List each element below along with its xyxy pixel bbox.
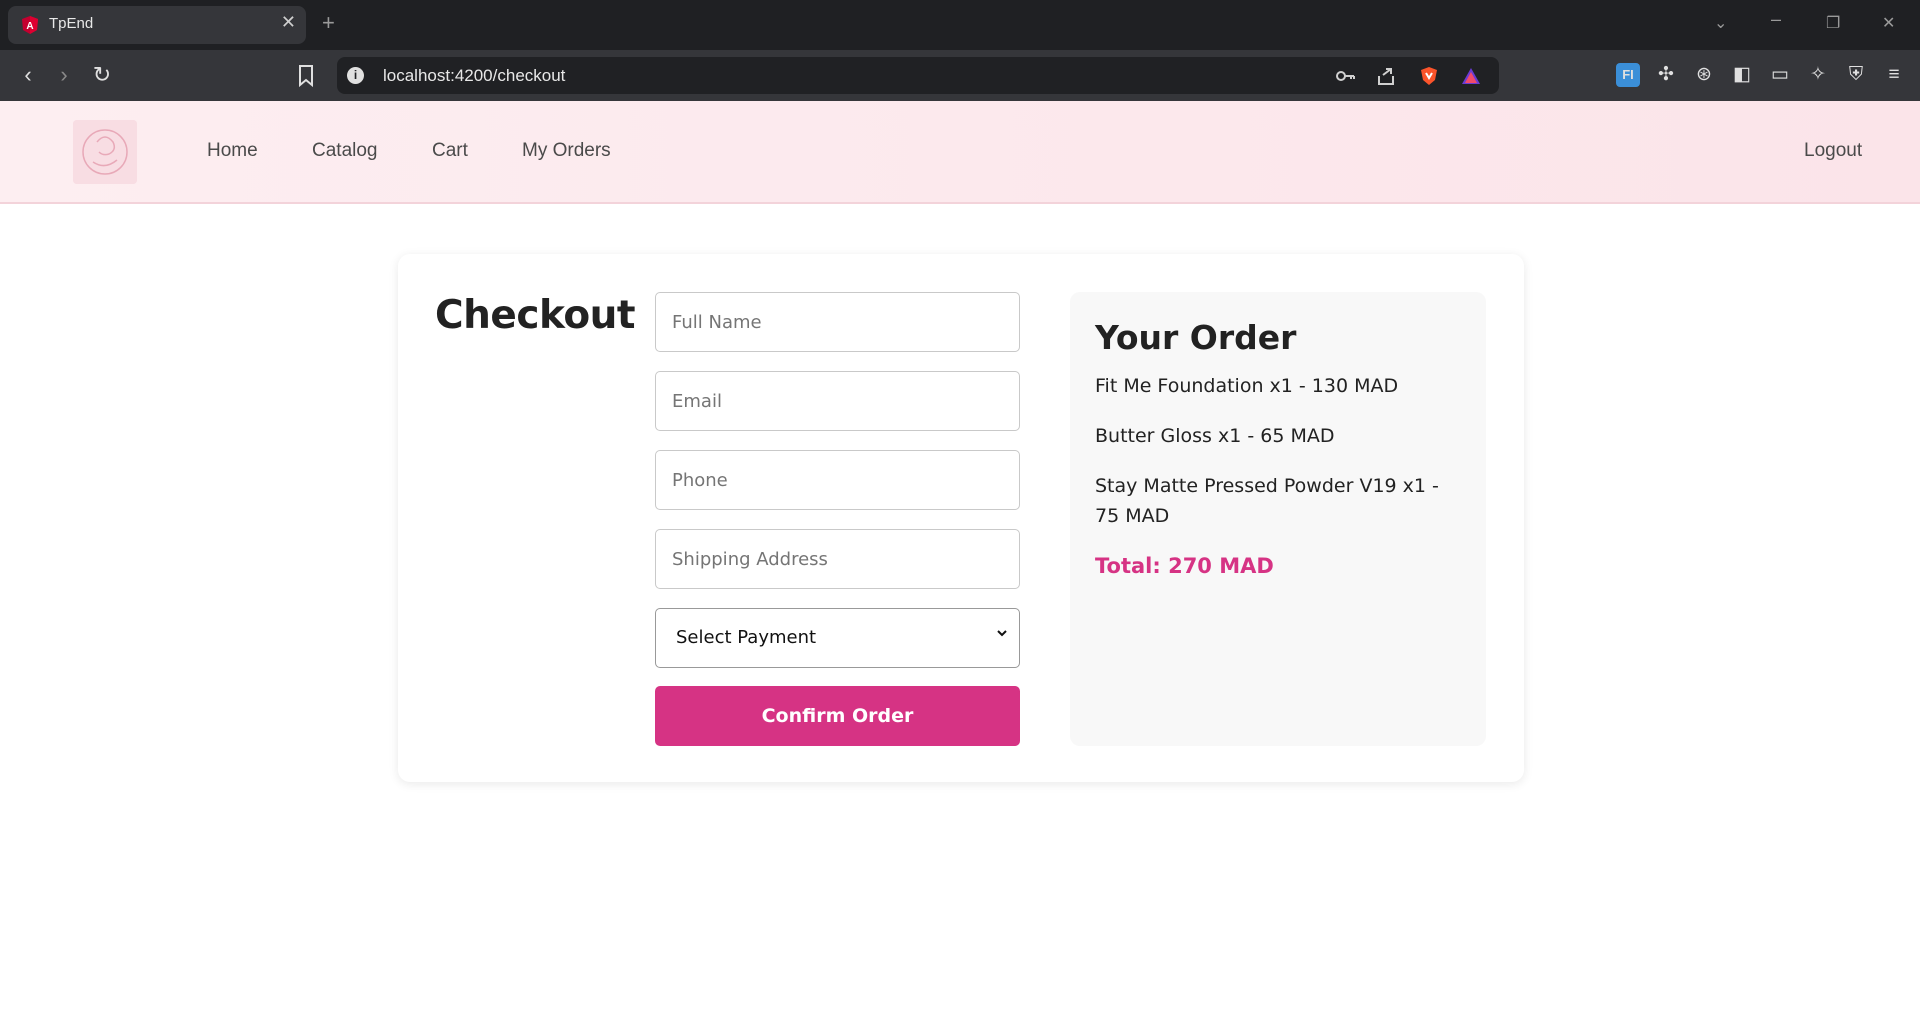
angular-icon: A: [22, 16, 38, 34]
confirm-order-button[interactable]: Confirm Order: [655, 686, 1020, 746]
nav-cart-link[interactable]: Cart: [432, 140, 468, 162]
brand-logo[interactable]: [73, 120, 137, 184]
order-item: Fit Me Foundation x1 - 130 MAD: [1095, 375, 1399, 397]
menu-icon[interactable]: ≡: [1882, 63, 1906, 87]
site-info-icon[interactable]: i: [347, 67, 364, 84]
browser-tab-bar: A TpEnd ✕ + ⌄ – ❐ ✕: [0, 0, 1920, 50]
vpn-shield-icon[interactable]: ⛨: [1844, 63, 1868, 87]
checkout-card: Checkout Select Payment Confirm Order Yo…: [398, 254, 1524, 782]
leo-ai-icon[interactable]: ⊛: [1692, 63, 1716, 87]
shipping-address-field[interactable]: [655, 529, 1020, 589]
key-icon[interactable]: [1334, 66, 1356, 86]
extensions-icon[interactable]: ✣: [1654, 63, 1678, 87]
minimize-icon[interactable]: –: [1771, 9, 1781, 30]
forward-icon[interactable]: ›: [50, 62, 78, 90]
tab-title: TpEnd: [49, 15, 94, 32]
svg-text:A: A: [26, 21, 33, 32]
share-icon[interactable]: [1375, 66, 1397, 86]
payment-select-value: Select Payment: [676, 627, 817, 648]
app-header: Home Catalog Cart My Orders Logout: [0, 101, 1920, 204]
payment-select[interactable]: Select Payment: [655, 608, 1020, 668]
phone-field[interactable]: [655, 450, 1020, 510]
back-icon[interactable]: ‹: [14, 62, 42, 90]
nav-catalog-link[interactable]: Catalog: [312, 140, 378, 162]
tab-search-icon[interactable]: ⌄: [1714, 13, 1727, 33]
browser-toolbar: ‹ › ↻ i localhost:4200/checkout FI ✣ ⊛ ◧…: [0, 50, 1920, 101]
new-tab-icon[interactable]: +: [322, 10, 335, 36]
sidebar-icon[interactable]: ◧: [1730, 63, 1754, 87]
order-summary-title: Your Order: [1095, 318, 1297, 357]
full-name-field[interactable]: [655, 292, 1020, 352]
email-field[interactable]: [655, 371, 1020, 431]
brave-rewards-icon[interactable]: [1460, 66, 1482, 86]
order-item: Stay Matte Pressed Powder V19 x1 - 75 MA…: [1095, 475, 1439, 527]
bookmark-icon[interactable]: [296, 64, 316, 88]
page-title: Checkout: [435, 293, 636, 338]
close-tab-icon[interactable]: ✕: [281, 12, 296, 33]
order-item: Butter Gloss x1 - 65 MAD: [1095, 425, 1335, 447]
sparkle-icon[interactable]: ✧: [1806, 63, 1830, 87]
nav-my-orders-link[interactable]: My Orders: [522, 140, 611, 162]
restore-icon[interactable]: ❐: [1826, 13, 1840, 33]
order-total: Total: 270 MAD: [1095, 554, 1274, 578]
chevron-down-icon: [997, 630, 1007, 637]
url-text: localhost:4200/checkout: [383, 66, 566, 85]
wallet-icon[interactable]: ▭: [1768, 63, 1792, 87]
address-bar[interactable]: i localhost:4200/checkout: [337, 57, 1499, 94]
close-window-icon[interactable]: ✕: [1882, 13, 1895, 33]
reload-icon[interactable]: ↻: [88, 62, 116, 90]
translate-extension-icon[interactable]: FI: [1616, 63, 1640, 87]
browser-tab[interactable]: A TpEnd ✕: [8, 6, 306, 44]
logout-link[interactable]: Logout: [1804, 140, 1862, 162]
nav-home-link[interactable]: Home: [207, 140, 258, 162]
order-summary: Your Order Fit Me Foundation x1 - 130 MA…: [1070, 292, 1486, 746]
brave-shield-icon[interactable]: [1418, 66, 1440, 86]
